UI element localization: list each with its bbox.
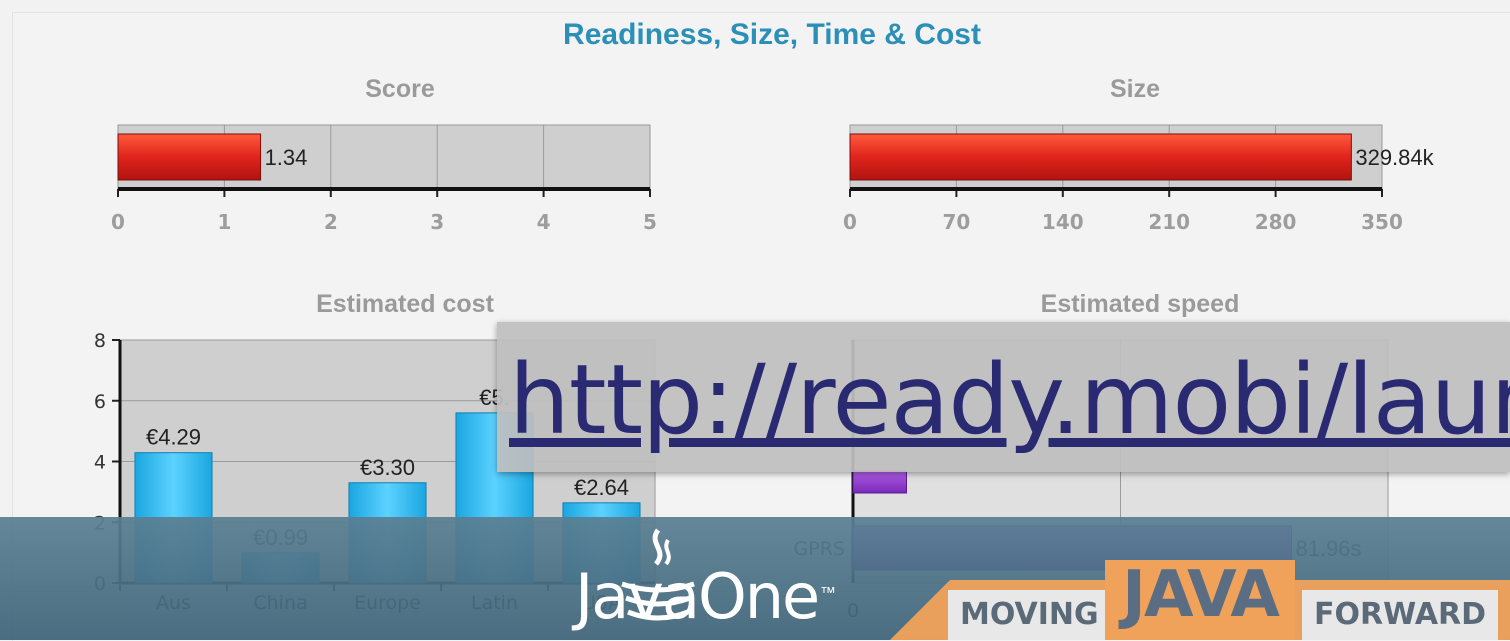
- cost-value-label: €2.64: [574, 475, 629, 500]
- cost-tick-label: 6: [94, 391, 106, 413]
- speed-bar: [852, 470, 907, 494]
- size-tick-label: 210: [1148, 210, 1190, 234]
- score-tick-label: 4: [537, 210, 551, 234]
- cost-tick-label: 4: [94, 452, 106, 474]
- slogan-forward: FORWARD: [1302, 590, 1499, 640]
- cost-tick-label: 8: [94, 330, 106, 352]
- score-tick-label: 3: [430, 210, 444, 234]
- trademark-mark: ™: [820, 585, 836, 602]
- slogan-java: JAVA: [1105, 560, 1295, 640]
- javaone-brand: JavaOne: [575, 560, 820, 633]
- cost-value-label: €4.29: [146, 425, 201, 450]
- launch-url-link[interactable]: http://ready.mobi/launc: [509, 344, 1510, 456]
- size-bar: [849, 133, 1352, 181]
- size-tick-label: 280: [1255, 210, 1297, 234]
- size-tick-label: 70: [942, 210, 970, 234]
- score-tick-label: 0: [111, 210, 125, 234]
- size-tick-label: 350: [1361, 210, 1403, 234]
- size-tick-label: 140: [1042, 210, 1084, 234]
- slogan-moving: MOVING: [948, 590, 1111, 640]
- size-tick-label: 0: [843, 210, 857, 234]
- score-tick-label: 2: [324, 210, 338, 234]
- size-value-label: 329.84k: [1355, 145, 1434, 170]
- cost-value-label: €3.30: [360, 455, 415, 480]
- score-tick-label: 5: [643, 210, 657, 234]
- url-overlay: http://ready.mobi/launc: [497, 322, 1510, 472]
- score-bar: [117, 133, 262, 181]
- score-value-label: 1.34: [265, 145, 308, 170]
- score-tick-label: 1: [217, 210, 231, 234]
